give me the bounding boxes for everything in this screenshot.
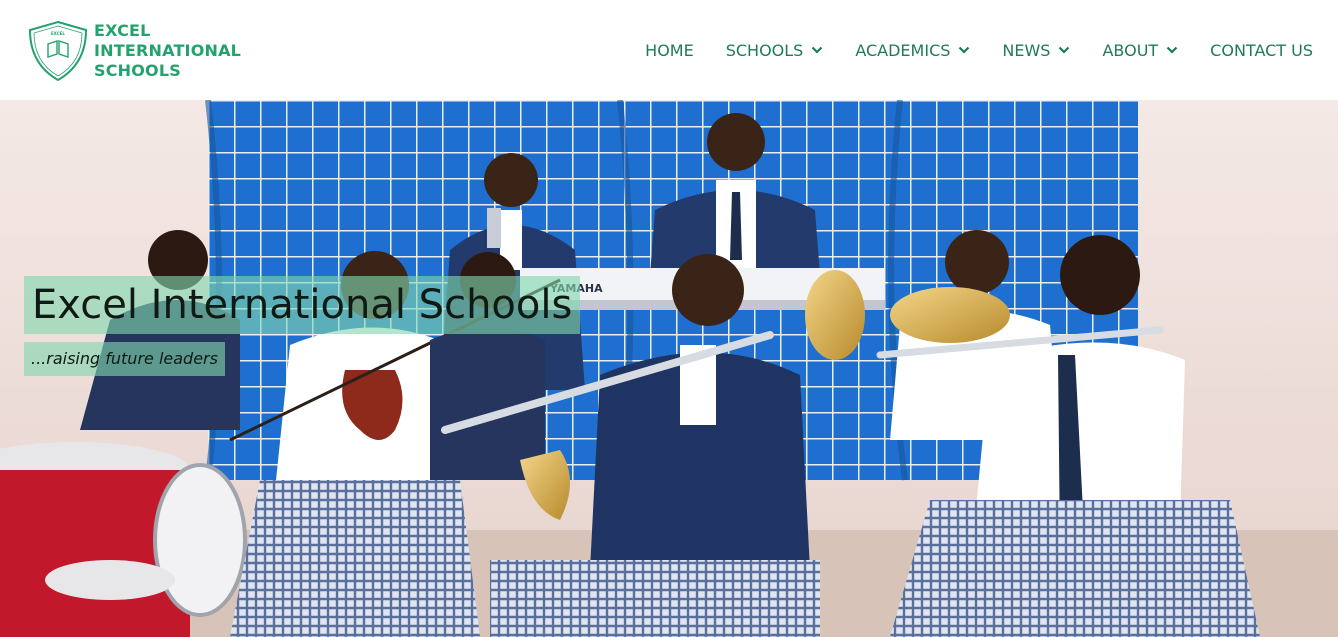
nav-label: NEWS [1002, 40, 1051, 60]
logo-line-1: EXCEL [94, 21, 151, 40]
site-header: EXCEL EXCEL INTERNATIONAL SCHOOLS HOME S… [0, 0, 1338, 100]
nav-label: ABOUT [1102, 40, 1159, 60]
nav-item-home[interactable]: HOME [645, 41, 694, 60]
logo-line-2: INTERNATIONAL [94, 41, 242, 60]
hero-title: Excel International Schools [24, 276, 581, 334]
hero-banner: YAMAHA Excel [0, 100, 1338, 637]
nav-item-news[interactable]: NEWS [1002, 41, 1070, 60]
hero-subtitle: ...raising future leaders [24, 342, 225, 376]
site-logo[interactable]: EXCEL EXCEL INTERNATIONAL SCHOOLS [26, 20, 241, 82]
nav-item-about[interactable]: ABOUT [1102, 41, 1178, 60]
nav-label: CONTACT US [1210, 40, 1313, 60]
chevron-down-icon [959, 46, 970, 54]
nav-item-academics[interactable]: ACADEMICS [855, 41, 970, 60]
nav-label: ACADEMICS [855, 40, 951, 60]
nav-item-contact-us[interactable]: CONTACT US [1210, 41, 1313, 60]
school-crest-icon: EXCEL [28, 20, 88, 82]
chevron-down-icon [1059, 46, 1070, 54]
main-nav: HOME SCHOOLS ACADEMICS NEWS ABOUT CONTAC… [645, 0, 1313, 100]
logo-wordmark: EXCEL INTERNATIONAL SCHOOLS [94, 21, 241, 81]
nav-label: SCHOOLS [725, 40, 804, 60]
nav-label: HOME [645, 40, 694, 60]
chevron-down-icon [812, 46, 823, 54]
svg-text:EXCEL: EXCEL [51, 31, 65, 36]
nav-item-schools[interactable]: SCHOOLS [726, 41, 824, 60]
chevron-down-icon [1166, 46, 1178, 54]
logo-line-3: SCHOOLS [94, 61, 181, 80]
